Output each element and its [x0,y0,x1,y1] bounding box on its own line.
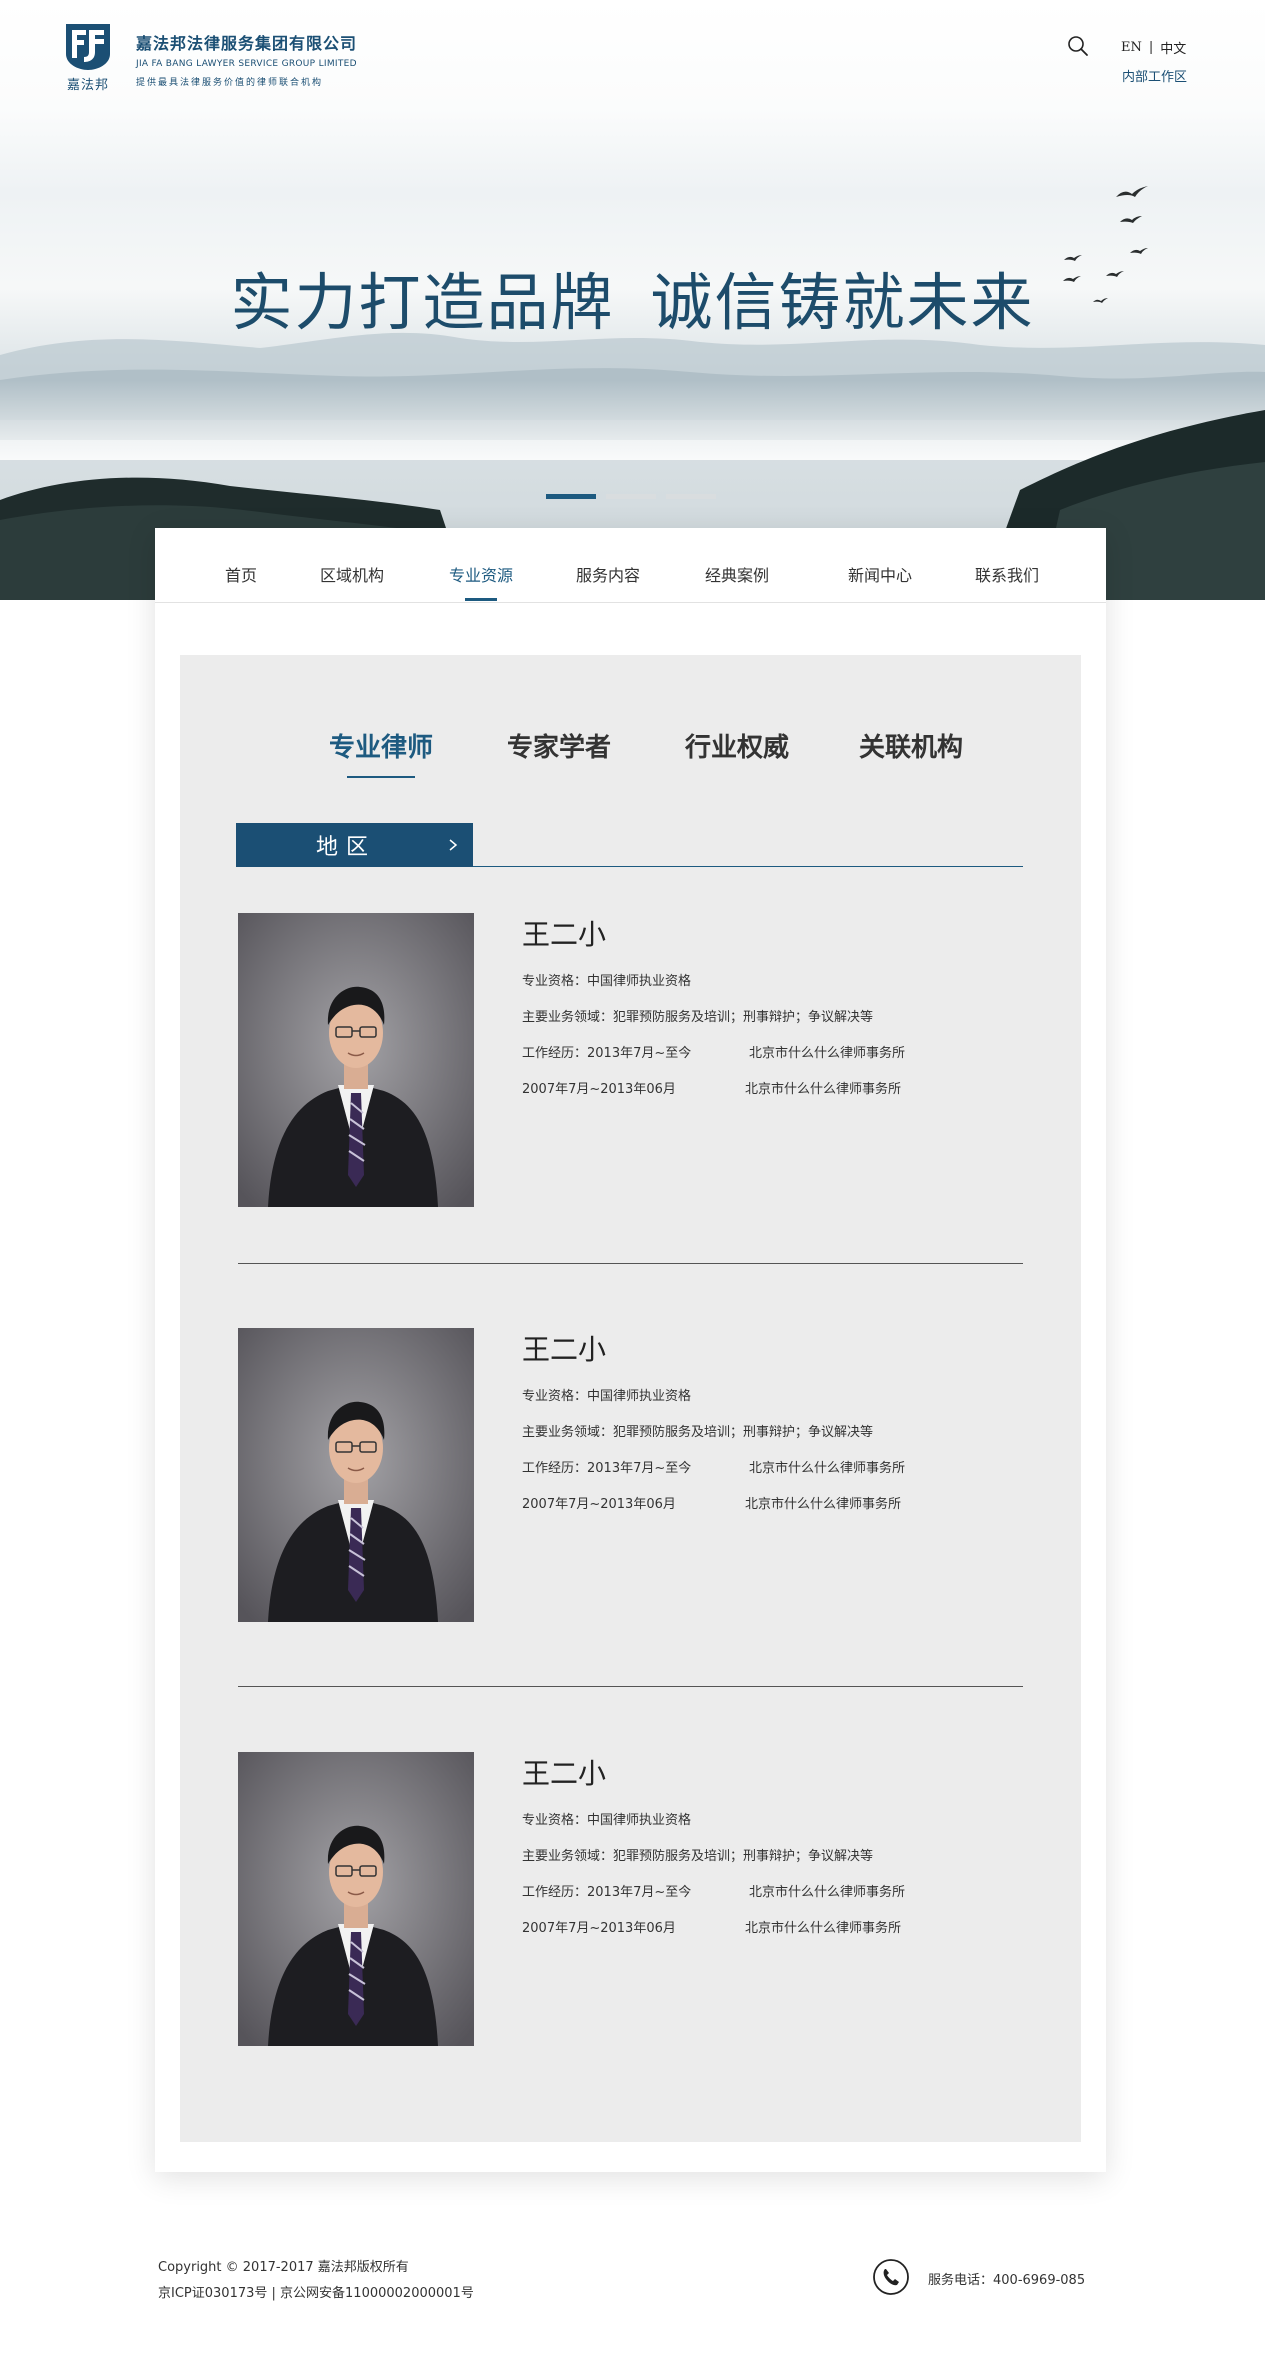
lawyer-practice-areas: 主要业务领域：犯罪预防服务及培训；刑事辩护；争议解决等 [522,1010,874,1025]
hero-title-part2: 诚信铸就未来 [650,266,1035,339]
lawyer-experience-2: 2007年7月~2013年06月 北京市什么什么律师事务所 [522,1917,1022,1936]
experience-period: 工作经历：2013年7月~至今 [522,1046,692,1061]
lawyer-portrait [238,1328,474,1622]
nav-item-home[interactable]: 首页 [225,562,257,586]
experience-organization: 北京市什么什么律师事务所 [745,1497,902,1512]
lawyer-name[interactable]: 王二小 [522,1328,1022,1368]
lawyer-qualification: 专业资格：中国律师执业资格 [522,974,692,989]
experience-organization: 北京市什么什么律师事务所 [745,1082,902,1097]
nav-item-regions[interactable]: 区域机构 [320,562,384,586]
lawyer-experience-1: 工作经历：2013年7月~至今 北京市什么什么律师事务所 [522,1457,1022,1476]
hero-title: 实力打造品牌 诚信铸就未来 [0,252,1265,342]
subtab-scholars[interactable]: 专家学者 [507,727,611,764]
experience-period: 工作经历：2013年7月~至今 [522,1461,692,1476]
site-header: 嘉法邦 嘉法邦法律服务集团有限公司 JIA FA BANG LAWYER SER… [0,0,1265,120]
logo-mark: 嘉法邦 [62,22,114,93]
lawyer-experience-2: 2007年7月~2013年06月 北京市什么什么律师事务所 [522,1493,1022,1512]
nav-item-cases[interactable]: 经典案例 [705,562,769,586]
hero-title-part1: 实力打造品牌 [230,266,615,339]
lawyer-divider [238,1263,1023,1264]
subtab-affiliates[interactable]: 关联机构 [859,727,963,764]
lawyer-photo [238,1328,474,1622]
lang-en-link[interactable]: EN [1121,40,1142,55]
lawyer-qualification: 专业资格：中国律师执业资格 [522,1813,692,1828]
chevron-right-icon [449,839,458,851]
experience-period: 2007年7月~2013年06月 [522,1921,676,1936]
lawyer-practice-areas: 主要业务领域：犯罪预防服务及培训；刑事辩护；争议解决等 [522,1849,874,1864]
experience-period: 2007年7月~2013年06月 [522,1082,676,1097]
language-switcher: EN | 中文 [1121,38,1186,57]
lawyer-info: 王二小 专业资格：中国律师执业资格 主要业务领域：犯罪预防服务及培训；刑事辩护；… [522,1328,1022,1512]
logo[interactable]: 嘉法邦 嘉法邦法律服务集团有限公司 JIA FA BANG LAWYER SER… [62,22,357,93]
logo-shield-icon [66,24,110,70]
lawyer-name[interactable]: 王二小 [522,1752,1022,1792]
lawyer-photo [238,1752,474,2046]
logo-words: 嘉法邦法律服务集团有限公司 JIA FA BANG LAWYER SERVICE… [136,30,357,88]
resource-subtabs: 专业律师 专家学者 行业权威 关联机构 [180,727,1081,778]
lawyer-divider [238,1686,1023,1687]
lawyer-photo [238,913,474,1207]
internal-workspace-link[interactable]: 内部工作区 [1122,66,1187,85]
lawyer-experience-2: 2007年7月~2013年06月 北京市什么什么律师事务所 [522,1078,1022,1097]
subtab-active-indicator [347,776,415,778]
subtab-lawyers[interactable]: 专业律师 [329,727,433,764]
carousel-dots [546,494,726,499]
region-filter: 地区 [236,823,1023,867]
service-phone: 服务电话：400-6969-085 [928,2273,1086,2288]
logo-mark-text: 嘉法邦 [66,78,109,93]
company-slogan: 提供最具法律服务价值的律师联合机构 [136,78,324,88]
lawyer-portrait [238,913,474,1207]
search-icon[interactable] [1066,34,1090,58]
company-name-en: JIA FA BANG LAWYER SERVICE GROUP LIMITED [136,59,357,69]
lawyer-practice-areas: 主要业务领域：犯罪预防服务及培训；刑事辩护；争议解决等 [522,1425,874,1440]
lawyer-qualification: 专业资格：中国律师执业资格 [522,1389,692,1404]
company-name-cn: 嘉法邦法律服务集团有限公司 [136,34,358,53]
nav-item-services[interactable]: 服务内容 [576,562,640,586]
resources-panel: 专业律师 专家学者 行业权威 关联机构 地区 王二小 专业资格：中国律师执业资格… [180,655,1081,2142]
copyright-text: Copyright © 2017-2017 嘉法邦版权所有 [158,2260,409,2275]
main-nav: 首页 区域机构 专业资源 服务内容 经典案例 新闻中心 联系我们 [155,528,1106,603]
experience-organization: 北京市什么什么律师事务所 [749,1046,906,1061]
region-dropdown-button[interactable]: 地区 [236,823,473,867]
content-card: 首页 区域机构 专业资源 服务内容 经典案例 新闻中心 联系我们 专业律师 专家… [155,528,1106,2172]
lawyer-name[interactable]: 王二小 [522,913,1022,953]
lawyer-card[interactable]: 王二小 专业资格：中国律师执业资格 主要业务领域：犯罪预防服务及培训；刑事辩护；… [236,1752,1023,2082]
lawyer-info: 王二小 专业资格：中国律师执业资格 主要业务领域：犯罪预防服务及培训；刑事辩护；… [522,913,1022,1097]
lang-separator: | [1148,40,1154,55]
phone-icon [873,2259,909,2295]
carousel-dot-1[interactable] [546,494,596,499]
lawyer-portrait [238,1752,474,2046]
nav-item-news[interactable]: 新闻中心 [848,562,912,586]
experience-organization: 北京市什么什么律师事务所 [749,1461,906,1476]
experience-period: 工作经历：2013年7月~至今 [522,1885,692,1900]
subtab-authorities[interactable]: 行业权威 [685,727,789,764]
lawyer-info: 王二小 专业资格：中国律师执业资格 主要业务领域：犯罪预防服务及培训；刑事辩护；… [522,1752,1022,1936]
experience-period: 2007年7月~2013年06月 [522,1497,676,1512]
lawyer-experience-1: 工作经历：2013年7月~至今 北京市什么什么律师事务所 [522,1042,1022,1061]
carousel-dot-3[interactable] [666,494,716,499]
experience-organization: 北京市什么什么律师事务所 [745,1921,902,1936]
site-footer: Copyright © 2017-2017 嘉法邦版权所有 京ICP证03017… [0,2240,1265,2340]
carousel-dot-2[interactable] [606,494,656,499]
lawyer-card[interactable]: 王二小 专业资格：中国律师执业资格 主要业务领域：犯罪预防服务及培训；刑事辩护；… [236,1328,1023,1658]
region-label: 地区 [316,835,377,860]
experience-organization: 北京市什么什么律师事务所 [749,1885,906,1900]
nav-item-contact[interactable]: 联系我们 [975,562,1039,586]
lawyer-experience-1: 工作经历：2013年7月~至今 北京市什么什么律师事务所 [522,1881,1022,1900]
icp-license-text[interactable]: 京ICP证030173号 | 京公网安备11000002000001号 [158,2282,474,2301]
nav-active-indicator [465,598,497,601]
nav-item-resources[interactable]: 专业资源 [449,562,513,586]
lang-cn-link[interactable]: 中文 [1160,38,1186,57]
lawyer-card[interactable]: 王二小 专业资格：中国律师执业资格 主要业务领域：犯罪预防服务及培训；刑事辩护；… [236,913,1023,1243]
